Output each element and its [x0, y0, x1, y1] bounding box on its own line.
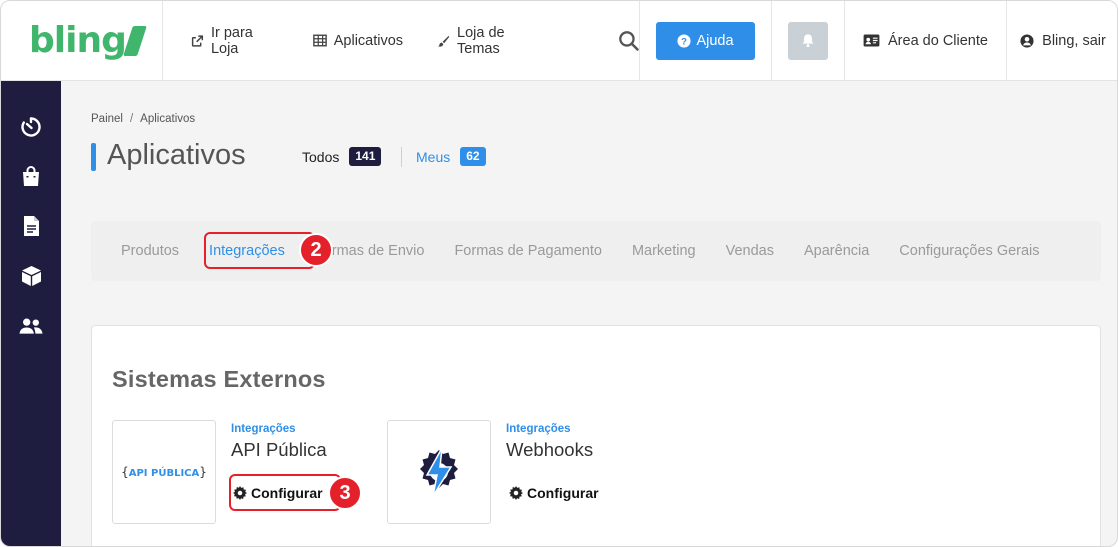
- breadcrumb-current: Aplicativos: [140, 113, 196, 125]
- webhooks-configure-button[interactable]: Configurar: [509, 485, 599, 501]
- title-accent-bar: [91, 143, 96, 171]
- notifications-button[interactable]: [788, 21, 828, 60]
- user-circle-icon: [1020, 33, 1034, 48]
- filter-all[interactable]: Todos 141: [302, 147, 382, 166]
- bell-icon: [802, 34, 814, 48]
- user-logout-label: Bling, sair: [1042, 32, 1106, 49]
- top-header: bling Ir para Loja Aplicativos Loja de T…: [1, 1, 1117, 81]
- breadcrumb-root[interactable]: Painel: [91, 113, 123, 125]
- filter-all-count: 141: [349, 147, 382, 166]
- client-area-label: Área do Cliente: [888, 32, 988, 49]
- count-divider: [401, 147, 402, 167]
- tab-products[interactable]: Produtos: [121, 243, 179, 259]
- timer-icon[interactable]: [19, 114, 43, 138]
- api-publica-name[interactable]: API Pública: [231, 439, 327, 461]
- tab-payment-methods[interactable]: Formas de Pagamento: [454, 243, 602, 259]
- svg-text:?: ?: [682, 36, 688, 47]
- grid-icon: [312, 34, 327, 47]
- help-button[interactable]: ? Ajuda: [656, 21, 755, 60]
- external-systems-card: Sistemas Externos {API PÚBLICA} Integraç…: [91, 325, 1101, 546]
- webhooks-category: Integrações: [506, 423, 571, 435]
- question-circle-icon: ?: [677, 33, 692, 48]
- nav-go-to-store-label: Ir para Loja: [210, 24, 253, 57]
- step-badge-2: 2: [299, 233, 333, 267]
- nav-apps[interactable]: Aplicativos: [312, 32, 404, 49]
- gear-icon: [509, 486, 523, 500]
- external-link-icon: [191, 34, 204, 47]
- client-area-link[interactable]: Área do Cliente: [845, 1, 1007, 80]
- webhooks-thumbnail[interactable]: [387, 420, 491, 524]
- api-publica-logo-text: API PÚBLICA: [128, 468, 200, 479]
- help-cell: ? Ajuda: [640, 1, 772, 80]
- main-content: Painel / Aplicativos Aplicativos Todos 1…: [61, 81, 1117, 546]
- nav-theme-store-label: Loja de Temas: [457, 24, 505, 57]
- webhooks-name[interactable]: Webhooks: [506, 439, 593, 461]
- logo-text: bling: [29, 19, 127, 61]
- app-window: bling Ir para Loja Aplicativos Loja de T…: [0, 0, 1118, 547]
- notifications-cell: [772, 1, 845, 80]
- tab-appearance[interactable]: Aparência: [804, 243, 869, 259]
- logo-cell[interactable]: bling: [1, 1, 163, 80]
- sidebar: [1, 81, 61, 546]
- tab-general-settings[interactable]: Configurações Gerais: [899, 243, 1039, 259]
- filter-mine-count: 62: [460, 147, 486, 166]
- section-title: Sistemas Externos: [112, 366, 326, 392]
- filter-all-label: Todos: [302, 148, 340, 165]
- webhooks-logo-icon: [420, 447, 458, 497]
- api-publica-category: Integrações: [231, 423, 296, 435]
- breadcrumb-separator: /: [129, 113, 134, 125]
- search-icon: [619, 31, 639, 51]
- logo-mark-icon: [122, 25, 147, 56]
- users-icon[interactable]: [19, 314, 43, 338]
- highlight-configure-button: [229, 474, 341, 511]
- search-button[interactable]: [618, 30, 639, 51]
- webhooks-configure-label: Configurar: [527, 485, 599, 501]
- tab-sales[interactable]: Vendas: [726, 243, 774, 259]
- brush-icon: [437, 35, 450, 47]
- api-publica-thumbnail[interactable]: {API PÚBLICA}: [112, 420, 216, 524]
- bling-logo[interactable]: bling: [29, 19, 147, 61]
- help-button-label: Ajuda: [696, 32, 734, 49]
- shopping-bag-icon[interactable]: [19, 164, 43, 188]
- top-nav: Ir para Loja Aplicativos Loja de Temas: [163, 1, 640, 80]
- nav-theme-store[interactable]: Loja de Temas: [437, 25, 544, 57]
- nav-go-to-store[interactable]: Ir para Loja: [191, 25, 279, 57]
- step-badge-3: 3: [328, 476, 362, 510]
- page-title: Aplicativos: [107, 139, 246, 171]
- nav-apps-label: Aplicativos: [333, 32, 404, 49]
- id-card-icon: [863, 34, 880, 47]
- tab-marketing[interactable]: Marketing: [632, 243, 696, 259]
- filter-mine[interactable]: Meus 62: [416, 147, 486, 166]
- api-publica-logo: {API PÚBLICA}: [121, 465, 207, 479]
- user-logout-link[interactable]: Bling, sair: [1007, 1, 1117, 80]
- document-icon[interactable]: [19, 214, 43, 238]
- filter-mine-label: Meus: [416, 148, 451, 165]
- box-icon[interactable]: [19, 264, 43, 288]
- breadcrumb: Painel / Aplicativos: [91, 113, 195, 125]
